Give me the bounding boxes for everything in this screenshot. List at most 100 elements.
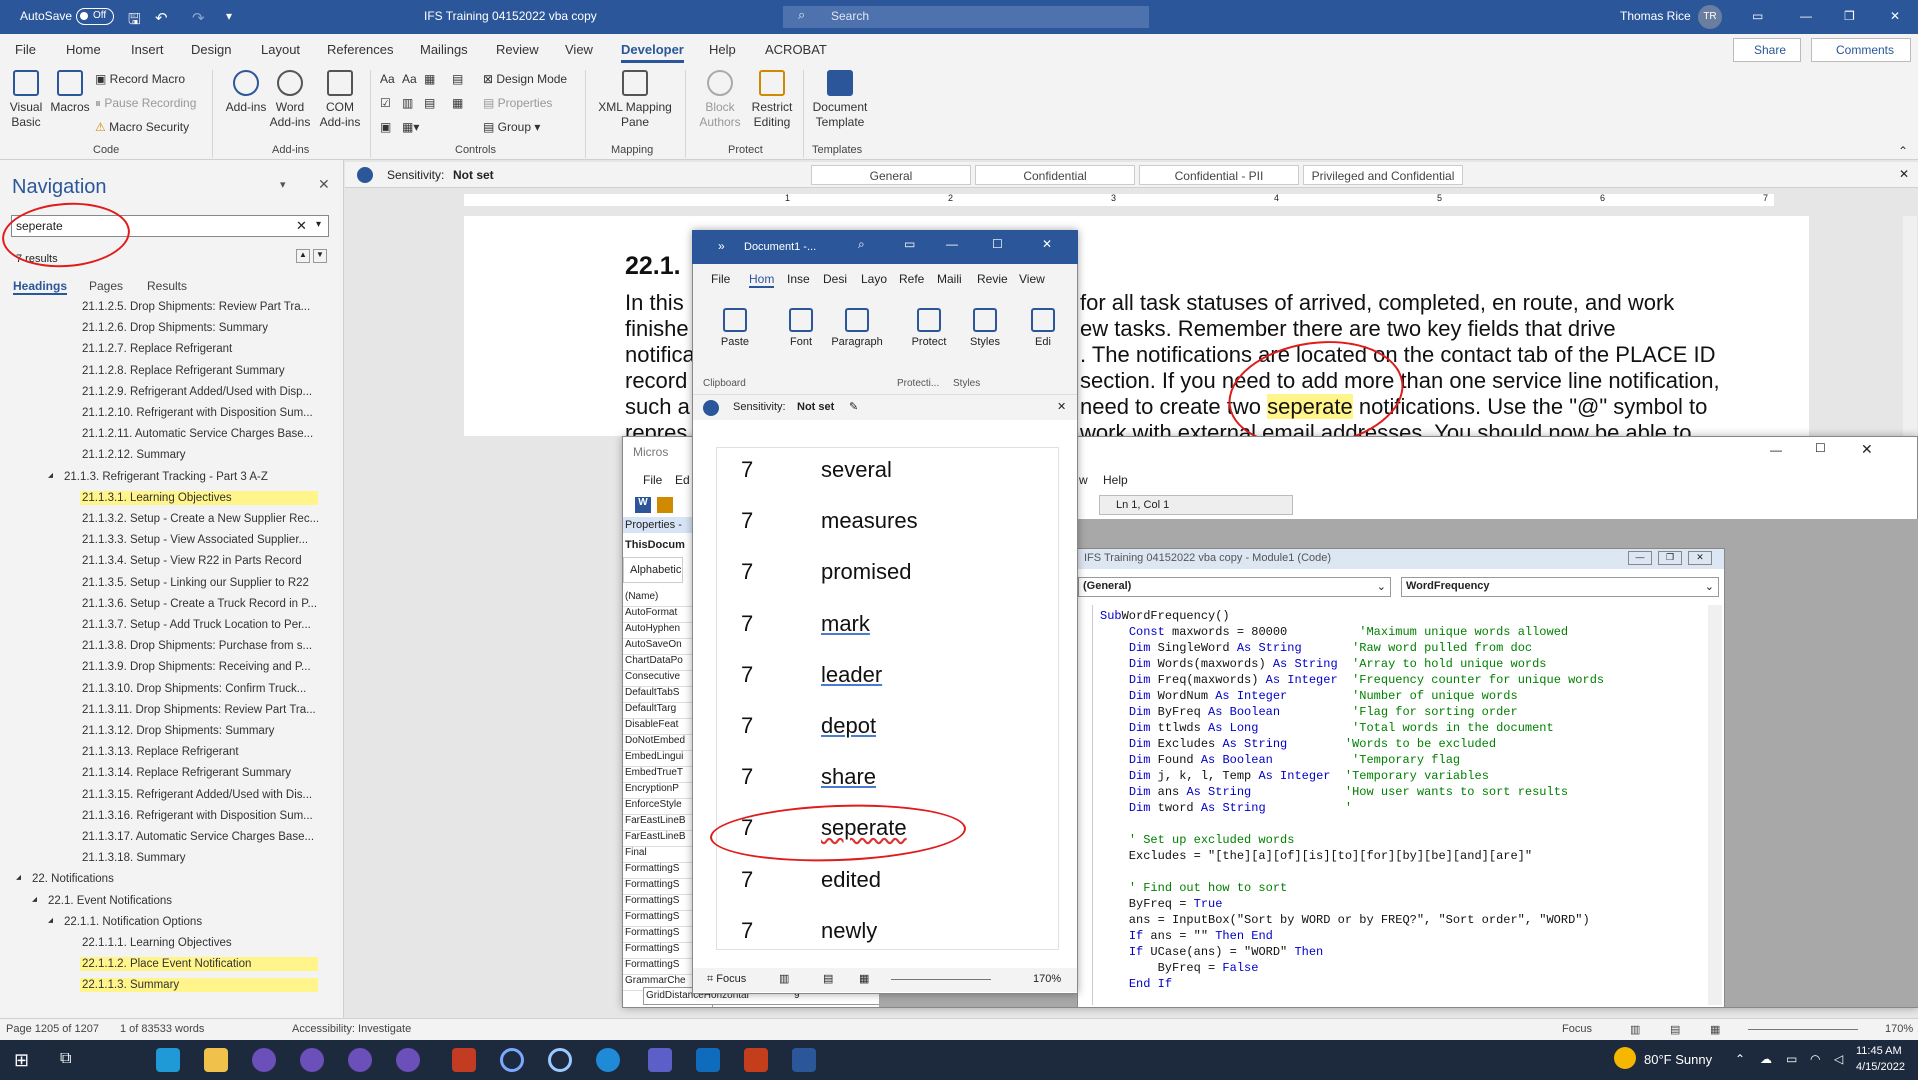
previous-result-icon[interactable]: ▲	[296, 249, 310, 263]
nav-heading-item[interactable]: 21.1.3.3. Setup - View Associated Suppli…	[80, 533, 318, 547]
app-icon[interactable]	[500, 1048, 524, 1072]
vbe-close-icon[interactable]: ✕	[1861, 441, 1873, 458]
insert-userform-icon[interactable]	[657, 497, 673, 513]
nav-heading-item[interactable]: 21.1.2.7. Replace Refrigerant	[80, 342, 318, 356]
add-ins-button[interactable]: Add-ins	[224, 70, 268, 115]
tab-layout[interactable]: Layout	[261, 42, 300, 57]
start-icon[interactable]: ⊞	[14, 1050, 29, 1071]
nav-heading-item[interactable]: 21.1.3.16. Refrigerant with Disposition …	[80, 809, 318, 823]
clock-date[interactable]: 4/15/2022	[1856, 1061, 1905, 1073]
horizontal-ruler[interactable]: 1 2 3 4 5 6 7	[345, 192, 1905, 208]
popup-group-button[interactable]: Paste	[707, 308, 763, 348]
collapse-arrow-icon[interactable]: ◢	[16, 873, 21, 881]
record-macro-button[interactable]: ▣ Record Macro	[95, 72, 185, 86]
date-picker-icon[interactable]: ▦	[452, 96, 463, 110]
pause-recording-button[interactable]: ⏸ Pause Recording	[95, 96, 196, 111]
weather-text[interactable]: 80°F Sunny	[1644, 1052, 1712, 1067]
tab-view[interactable]: View	[565, 42, 593, 57]
combobox-control-icon[interactable]: ▥	[402, 96, 413, 110]
close-sensitivity-icon[interactable]: ✕	[1899, 167, 1909, 181]
popup-tab[interactable]: View	[1019, 272, 1045, 286]
tab-file[interactable]: File	[15, 42, 36, 57]
tab-help[interactable]: Help	[709, 42, 736, 57]
properties-button[interactable]: ▤ Properties	[483, 96, 552, 110]
vbe-menu-help[interactable]: Help	[1103, 473, 1128, 487]
nav-heading-item[interactable]: 21.1.2.10. Refrigerant with Disposition …	[80, 406, 318, 420]
app-icon[interactable]	[452, 1048, 476, 1072]
nav-heading-item[interactable]: 21.1.2.9. Refrigerant Added/Used with Di…	[80, 385, 318, 399]
code-minimize-icon[interactable]: —	[1628, 551, 1652, 565]
popup-menu-icon[interactable]: »	[718, 239, 725, 253]
print-layout-icon[interactable]: ▤	[823, 972, 833, 985]
app-icon[interactable]	[396, 1048, 420, 1072]
outlook-icon[interactable]	[696, 1048, 720, 1072]
popup-tab[interactable]: Inse	[787, 272, 810, 286]
undo-icon[interactable]: ↶	[155, 9, 168, 27]
popup-restore-icon[interactable]: ☐	[992, 237, 1003, 251]
popup-group-button[interactable]: Edi	[1015, 308, 1071, 348]
volume-icon[interactable]: ◁	[1834, 1052, 1843, 1066]
collapse-arrow-icon[interactable]: ◢	[32, 895, 37, 903]
visual-basic-button[interactable]: Visual Basic	[6, 70, 46, 130]
macro-security-button[interactable]: ⚠ Macro Security	[95, 120, 189, 134]
internet-explorer-icon[interactable]	[596, 1048, 620, 1072]
web-layout-icon[interactable]: ▦	[1710, 1023, 1720, 1036]
nav-heading-item[interactable]: 21.1.2.5. Drop Shipments: Review Part Tr…	[80, 300, 318, 314]
sensitivity-confidential[interactable]: Confidential	[975, 165, 1135, 185]
accessibility-status[interactable]: Accessibility: Investigate	[292, 1023, 411, 1035]
xml-mapping-pane-button[interactable]: XML Mapping Pane	[594, 70, 676, 130]
popup-zoom-slider[interactable]	[891, 979, 991, 980]
collapse-arrow-icon[interactable]: ◢	[48, 916, 53, 924]
nav-heading-item[interactable]: 21.1.3.8. Drop Shipments: Purchase from …	[80, 639, 318, 653]
print-layout-icon[interactable]: ▤	[1670, 1023, 1680, 1036]
collapse-arrow-icon[interactable]: ◢	[48, 471, 53, 479]
vbe-restore-icon[interactable]: ☐	[1815, 441, 1826, 455]
nav-heading-item[interactable]: 21.1.3. Refrigerant Tracking - Part 3 A-…	[62, 470, 318, 484]
nav-heading-item[interactable]: 21.1.3.17. Automatic Service Charges Bas…	[80, 830, 318, 844]
nav-options-icon[interactable]: ▾	[280, 178, 286, 191]
vbe-menu-file[interactable]: File	[643, 473, 662, 487]
code-scrollbar[interactable]	[1708, 605, 1722, 1005]
nav-heading-item[interactable]: 21.1.3.9. Drop Shipments: Receiving and …	[80, 660, 318, 674]
plain-text-control[interactable]: Aa	[402, 72, 417, 86]
nav-heading-item[interactable]: 21.1.3.11. Drop Shipments: Review Part T…	[80, 703, 318, 717]
popup-tab[interactable]: Hom	[749, 272, 775, 288]
nav-heading-item[interactable]: 21.1.3.14. Replace Refrigerant Summary	[80, 766, 318, 780]
edge-icon[interactable]	[156, 1048, 180, 1072]
nav-tab-headings[interactable]: Headings	[13, 279, 68, 295]
share-button[interactable]: Share	[1733, 38, 1801, 62]
file-explorer-icon[interactable]	[204, 1048, 228, 1072]
read-mode-icon[interactable]: ▥	[779, 972, 789, 985]
page-count[interactable]: Page 1205 of 1207	[6, 1023, 99, 1035]
popup-focus-button[interactable]: ⌗ Focus	[707, 973, 746, 986]
tray-expand-icon[interactable]: ⌃	[1735, 1052, 1745, 1066]
focus-button[interactable]: Focus	[1562, 1023, 1592, 1035]
nav-tab-pages[interactable]: Pages	[89, 279, 123, 293]
vbe-minimize-icon[interactable]: —	[1770, 443, 1782, 457]
word-icon[interactable]	[792, 1048, 816, 1072]
properties-tab-alphabetic[interactable]: Alphabetic	[623, 557, 683, 583]
nav-heading-item[interactable]: 21.1.3.2. Setup - Create a New Supplier …	[80, 512, 318, 526]
popup-group-button[interactable]: Protect	[901, 308, 957, 348]
collapse-ribbon-icon[interactable]: ⌃	[1898, 144, 1908, 158]
popup-tab[interactable]: Layo	[861, 272, 887, 286]
rich-text-control[interactable]: Aa	[380, 72, 395, 86]
popup-minimize-icon[interactable]: —	[946, 237, 958, 251]
nav-heading-item[interactable]: 21.1.3.15. Refrigerant Added/Used with D…	[80, 788, 318, 802]
nav-heading-item[interactable]: 22.1.1. Notification Options	[62, 915, 318, 929]
popup-group-button[interactable]: Styles	[957, 308, 1013, 348]
popup-tab[interactable]: File	[711, 272, 730, 286]
popup-sensitivity-close-icon[interactable]: ✕	[1057, 400, 1066, 413]
nav-heading-item[interactable]: 21.1.3.13. Replace Refrigerant	[80, 745, 318, 759]
popup-tab[interactable]: Revie	[977, 272, 1008, 286]
word-count[interactable]: 1 of 83533 words	[120, 1023, 204, 1035]
autosave-toggle[interactable]: Off	[76, 8, 114, 25]
avatar[interactable]: TR	[1698, 5, 1722, 29]
teams-icon[interactable]	[648, 1048, 672, 1072]
app-icon[interactable]	[300, 1048, 324, 1072]
nav-heading-item[interactable]: 22.1. Event Notifications	[46, 894, 318, 908]
save-icon[interactable]: 🖫	[128, 9, 141, 34]
tab-design[interactable]: Design	[191, 42, 231, 57]
nav-heading-item[interactable]: 21.1.3.7. Setup - Add Truck Location to …	[80, 618, 318, 632]
tab-mailings[interactable]: Mailings	[420, 42, 468, 57]
